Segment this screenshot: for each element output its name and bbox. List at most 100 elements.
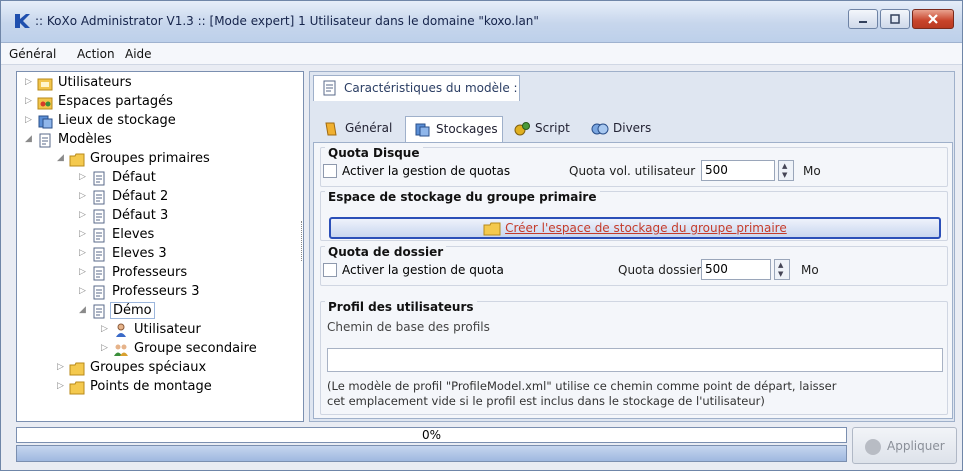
collapse-arrow-icon[interactable]: ◢ bbox=[57, 153, 64, 163]
expand-arrow-icon[interactable]: ▷ bbox=[57, 381, 64, 391]
expand-arrow-icon[interactable]: ▷ bbox=[101, 324, 108, 334]
collapse-arrow-icon[interactable]: ◢ bbox=[25, 134, 32, 144]
tree-view: ▷ Utilisateurs ▷ Espaces partagés ▷ Lieu… bbox=[16, 71, 304, 422]
profil-note-line-1: (Le modèle de profil "ProfileModel.xml" … bbox=[327, 379, 837, 393]
espace-stockage-title: Espace de stockage du groupe primaire bbox=[325, 190, 600, 204]
spin-down-icon[interactable]: ▼ bbox=[778, 270, 783, 278]
profil-note-line-2: cet emplacement vide si le profil est in… bbox=[327, 394, 765, 408]
expand-arrow-icon[interactable]: ▷ bbox=[79, 248, 86, 258]
folder-icon bbox=[483, 222, 501, 235]
document-icon bbox=[93, 190, 105, 205]
document-icon bbox=[93, 209, 105, 224]
quota-dossier-title: Quota de dossier bbox=[325, 245, 447, 259]
storage-icon bbox=[38, 115, 53, 129]
shared-folder-icon bbox=[37, 97, 53, 110]
folder-icon bbox=[69, 362, 85, 376]
quota-vol-unit: Mo bbox=[803, 164, 821, 178]
user-icon bbox=[116, 323, 126, 337]
users-folder-icon bbox=[37, 78, 53, 91]
document-icon bbox=[93, 228, 105, 243]
menu-bar: Général Action Aide bbox=[1, 43, 962, 65]
menu-action[interactable]: Action bbox=[77, 47, 115, 61]
expand-arrow-icon[interactable]: ▷ bbox=[79, 267, 86, 277]
quota-dossier-group: Quota de dossier Activer la gestion de q… bbox=[320, 245, 948, 286]
spin-up-icon[interactable]: ▲ bbox=[782, 162, 787, 170]
profil-path-input[interactable] bbox=[327, 348, 943, 372]
model-header-tab: Caractéristiques du modèle : bbox=[313, 75, 520, 101]
expand-arrow-icon[interactable]: ▷ bbox=[25, 96, 32, 106]
progress-text: 0% bbox=[421, 428, 442, 442]
tab-script[interactable]: Script bbox=[509, 116, 581, 142]
apply-icon bbox=[865, 439, 881, 455]
main-window: :: KoXo Administrator V1.3 :: [Mode expe… bbox=[0, 0, 963, 471]
collapse-arrow-icon[interactable]: ◢ bbox=[79, 305, 86, 315]
expand-arrow-icon[interactable]: ▷ bbox=[79, 210, 86, 220]
quota-dossier-input[interactable]: 500 bbox=[701, 259, 771, 280]
document-icon bbox=[93, 304, 105, 319]
create-storage-button[interactable]: Créer l'espace de stockage du groupe pri… bbox=[329, 217, 941, 239]
quota-disque-title: Quota Disque bbox=[325, 146, 423, 160]
document-icon bbox=[93, 266, 105, 281]
expand-arrow-icon[interactable]: ▷ bbox=[25, 77, 32, 87]
document-icon bbox=[93, 285, 105, 300]
profil-note: (Le modèle de profil "ProfileModel.xml" … bbox=[327, 379, 937, 409]
expand-arrow-icon[interactable]: ▷ bbox=[79, 286, 86, 296]
script-gears-icon bbox=[514, 122, 530, 136]
group-icon bbox=[114, 344, 128, 356]
espace-stockage-group: Espace de stockage du groupe primaire Cr… bbox=[320, 190, 948, 241]
panel-splitter[interactable] bbox=[301, 221, 305, 261]
expand-arrow-icon[interactable]: ▷ bbox=[79, 191, 86, 201]
close-icon bbox=[928, 14, 938, 24]
quota-dossier-checkbox-label: Activer la gestion de quota bbox=[342, 263, 504, 277]
minimize-icon bbox=[859, 21, 867, 23]
title-bar: :: KoXo Administrator V1.3 :: [Mode expe… bbox=[1, 1, 962, 43]
properties-icon bbox=[323, 80, 336, 96]
tab-strip: Général Stockages Script Divers bbox=[313, 116, 953, 142]
quota-dossier-unit: Mo bbox=[801, 263, 819, 277]
quota-disque-checkbox[interactable] bbox=[323, 164, 337, 178]
document-icon bbox=[93, 171, 105, 186]
document-icon bbox=[93, 247, 105, 262]
divers-icon bbox=[591, 123, 609, 135]
profil-path-label: Chemin de base des profils bbox=[327, 320, 490, 334]
expand-arrow-icon[interactable]: ▷ bbox=[79, 172, 86, 182]
expand-arrow-icon[interactable]: ▷ bbox=[101, 343, 108, 353]
quota-dossier-label: Quota dossier bbox=[618, 263, 702, 277]
maximize-icon bbox=[890, 14, 900, 24]
quota-disque-checkbox-label: Activer la gestion de quotas bbox=[342, 164, 511, 178]
tab-divers[interactable]: Divers bbox=[585, 116, 665, 142]
folder-icon bbox=[69, 153, 85, 167]
tab-general[interactable]: Général bbox=[315, 116, 399, 142]
stockages-content: Quota Disque Activer la gestion de quota… bbox=[313, 142, 953, 419]
tab-stockages[interactable]: Stockages bbox=[405, 116, 503, 142]
model-icon bbox=[39, 133, 51, 148]
close-button[interactable] bbox=[912, 9, 954, 29]
quota-dossier-spinner[interactable]: ▲ ▼ bbox=[774, 259, 790, 280]
menu-aide[interactable]: Aide bbox=[125, 47, 152, 61]
folder-icon bbox=[69, 381, 85, 395]
profil-group: Profil des utilisateurs Chemin de base d… bbox=[320, 300, 948, 415]
minimize-button[interactable] bbox=[848, 9, 878, 29]
window-controls bbox=[848, 9, 954, 29]
expand-arrow-icon[interactable]: ▷ bbox=[57, 362, 64, 372]
status-bar bbox=[16, 445, 847, 462]
window-title: :: KoXo Administrator V1.3 :: [Mode expe… bbox=[35, 14, 539, 28]
expand-arrow-icon[interactable]: ▷ bbox=[79, 229, 86, 239]
general-icon bbox=[325, 122, 337, 136]
quota-vol-label: Quota vol. utilisateur bbox=[569, 164, 696, 178]
progress-bar: 0% bbox=[16, 427, 847, 443]
quota-vol-input[interactable]: 500 bbox=[701, 160, 775, 181]
storage-icon bbox=[415, 123, 430, 137]
model-properties-panel: Caractéristiques du modèle : Général Sto… bbox=[309, 71, 955, 422]
quota-dossier-checkbox[interactable] bbox=[323, 263, 337, 277]
spin-down-icon[interactable]: ▼ bbox=[782, 171, 787, 179]
spin-up-icon[interactable]: ▲ bbox=[778, 261, 783, 269]
maximize-button[interactable] bbox=[880, 9, 910, 29]
menu-general[interactable]: Général bbox=[9, 47, 56, 61]
expand-arrow-icon[interactable]: ▷ bbox=[25, 115, 32, 125]
quota-vol-spinner[interactable]: ▲ ▼ bbox=[778, 160, 794, 181]
quota-disque-group: Quota Disque Activer la gestion de quota… bbox=[320, 146, 948, 187]
apply-button[interactable]: Appliquer bbox=[852, 427, 957, 464]
profil-title: Profil des utilisateurs bbox=[325, 300, 477, 314]
koxo-logo-icon bbox=[15, 14, 30, 28]
